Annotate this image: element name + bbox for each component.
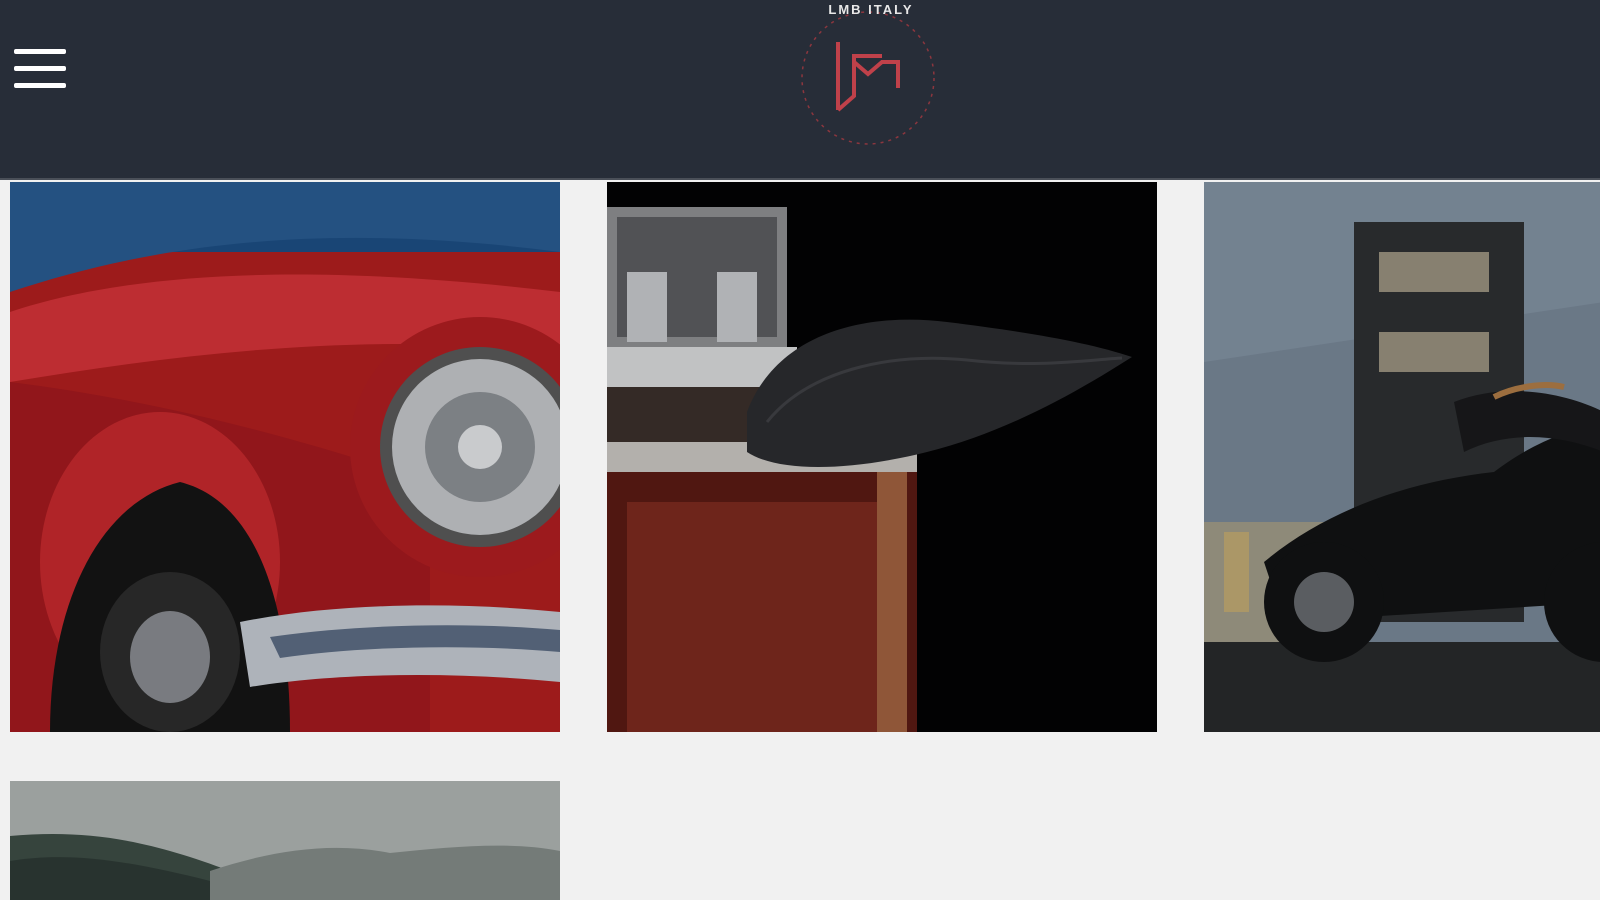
brand-emblem-icon xyxy=(801,11,935,145)
brand-logo-text: LMB ITALY xyxy=(828,2,914,17)
app-header: LMB ITALY xyxy=(0,0,1600,180)
motorcycle-photo xyxy=(1204,182,1600,732)
gallery-image-landscape[interactable] xyxy=(10,781,560,900)
landscape-photo xyxy=(10,781,560,900)
perfume-photo xyxy=(607,182,1157,732)
brand-logo[interactable]: LMB ITALY xyxy=(796,0,946,150)
gallery-image-motorcycle[interactable] xyxy=(1204,182,1600,732)
gallery-image-perfume[interactable] xyxy=(607,182,1157,732)
hamburger-menu-icon[interactable] xyxy=(14,49,68,91)
car-photo xyxy=(10,182,560,732)
gallery-image-car[interactable] xyxy=(10,182,560,732)
